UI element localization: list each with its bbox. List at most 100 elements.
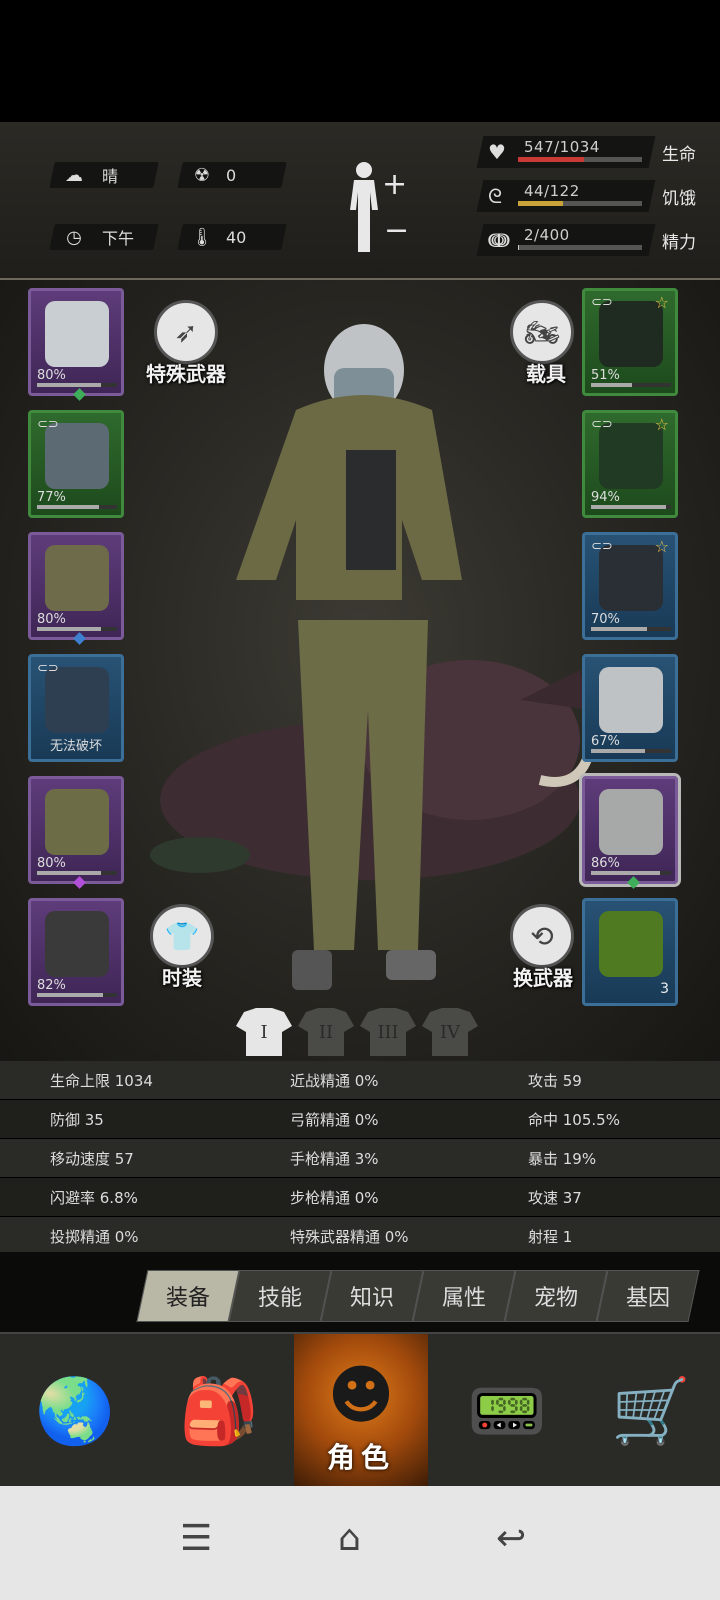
category-tabs: 装备 技能 知识 属性 宠物 基因	[0, 1252, 720, 1332]
outfit-tab-label: III	[377, 1022, 399, 1043]
temperature-pill: 🌡 40	[177, 224, 287, 250]
equip-slot-helmet[interactable]: 80%	[28, 288, 124, 401]
equip-slot-molotov[interactable]: 3	[582, 898, 678, 1006]
equip-slot-pants[interactable]: 80%	[28, 776, 124, 889]
shirt-durability-text: 77%	[37, 490, 66, 505]
machete-durability-bar	[591, 871, 671, 875]
star-icon: ☆	[654, 293, 669, 312]
vehicle-button[interactable]: 🏍 载具	[506, 300, 586, 387]
tab-5[interactable]: 基因	[596, 1270, 700, 1322]
body-status-button[interactable]: + −	[344, 160, 414, 254]
menu-icon[interactable]: ☰	[180, 1518, 212, 1559]
equip-slot-mask[interactable]: ⊂⊃ ☆ 94%	[582, 410, 678, 518]
link-icon: ⊂⊃	[591, 417, 613, 432]
temperature-value: 40	[226, 227, 247, 247]
nav-character[interactable]: ☻ 角色	[294, 1334, 428, 1488]
stats-row: 闪避率 6.8% 步枪精通 0% 攻速 37	[0, 1178, 720, 1216]
hunger-value: 44/122	[524, 182, 580, 200]
tab-4[interactable]: 宠物	[504, 1270, 608, 1322]
stat-cell: 弓箭精通 0%	[290, 1110, 379, 1129]
back-icon[interactable]: ↩	[496, 1518, 526, 1559]
nav-shop[interactable]: 🛒	[596, 1334, 706, 1488]
helmet-durability-fill	[37, 383, 101, 387]
radiation-value: 0	[226, 165, 237, 185]
backpack-icon	[45, 667, 109, 733]
special-weapon-button[interactable]: ➶ 特殊武器	[146, 300, 226, 387]
radiation-icon: ☢	[193, 164, 211, 186]
swap-weapon-button[interactable]: ⟲ 换武器	[500, 904, 586, 991]
jacket-durability-fill	[37, 627, 101, 631]
globe-icon: 🌏	[35, 1374, 115, 1449]
health-fill	[518, 157, 584, 162]
equip-slot-shield[interactable]: 67%	[582, 654, 678, 762]
tab-label: 基因	[625, 1286, 670, 1311]
equip-slot-vest[interactable]: ⊂⊃ ☆ 70%	[582, 532, 678, 640]
mask-durability-text: 94%	[591, 490, 620, 505]
outfit-tab-4[interactable]: IV	[422, 1006, 478, 1058]
equip-slot-backpack[interactable]: ⊂⊃ 无法破坏	[28, 654, 124, 762]
outfit-tabs: I II III IV	[236, 1006, 486, 1058]
stat-cell: 命中 105.5%	[528, 1110, 620, 1129]
survivor-character	[236, 324, 462, 990]
shirt-icon	[45, 423, 109, 489]
link-icon: ⊂⊃	[37, 417, 59, 432]
stats-row: 生命上限 1034 近战精通 0% 攻击 59	[0, 1061, 720, 1099]
character-scene: 80% ⊂⊃ 77% 80% ⊂⊃ 无法破坏 80% 82% ⊂⊃ ☆ 51% ⊂⊃ ☆ 94% ⊂⊃ ☆ 7…	[0, 280, 720, 1070]
boots-durability-bar	[37, 993, 117, 997]
time-pill: ◷ 下午	[49, 224, 159, 250]
nav-radio[interactable]: 📟	[452, 1334, 562, 1488]
equip-slot-boots[interactable]: 82%	[28, 898, 124, 1006]
outfit-tab-label: I	[260, 1022, 268, 1043]
rockets-icon: ➶	[154, 300, 218, 364]
shirt-durability-fill	[37, 505, 99, 509]
pants-icon	[45, 789, 109, 855]
outfit-tab-1[interactable]: I	[236, 1006, 292, 1058]
energy-fill	[518, 245, 519, 250]
weather-pill: ☁ 晴	[49, 162, 159, 188]
gem-icon	[73, 876, 86, 889]
stats-row: 投掷精通 0% 特殊武器精通 0% 射程 1	[0, 1217, 720, 1255]
glasses-durability-bar	[591, 383, 671, 387]
head-silhouette-icon: ☻	[327, 1359, 395, 1433]
nav-backpack[interactable]: 🎒	[164, 1334, 274, 1488]
cart-icon: 🛒	[611, 1374, 691, 1449]
home-icon[interactable]: ⌂	[338, 1518, 361, 1559]
stat-cell: 特殊武器精通 0%	[290, 1227, 409, 1246]
stat-cell: 移动速度 57	[50, 1149, 134, 1168]
mask-durability-bar	[591, 505, 671, 509]
stat-cell: 手枪精通 3%	[290, 1149, 379, 1168]
time-label: 下午	[102, 229, 135, 248]
link-icon: ⊂⊃	[37, 661, 59, 676]
swap-weapon-label: 换武器	[513, 966, 573, 990]
shirt-durability-bar	[37, 505, 117, 509]
bottom-navigation: 🌏 🎒 ☻ 角色 📟 🛒	[0, 1332, 720, 1488]
health-track	[518, 157, 642, 162]
stat-cell: 攻击 59	[528, 1071, 582, 1090]
link-icon: ⊂⊃	[591, 295, 613, 310]
tab-1[interactable]: 技能	[228, 1270, 332, 1322]
radiation-pill: ☢ 0	[177, 162, 287, 188]
fashion-button[interactable]: 👕 时装	[142, 904, 222, 991]
outfit-tab-3[interactable]: III	[360, 1006, 416, 1058]
tab-label: 属性	[441, 1286, 486, 1311]
equip-slot-jacket[interactable]: 80%	[28, 532, 124, 645]
equip-slot-glasses[interactable]: ⊂⊃ ☆ 51%	[582, 288, 678, 396]
hunger-fill	[518, 201, 563, 206]
tab-0[interactable]: 装备	[136, 1270, 240, 1322]
tab-3[interactable]: 属性	[412, 1270, 516, 1322]
tab-label: 技能	[257, 1286, 302, 1311]
nav-world[interactable]: 🌏	[20, 1334, 130, 1488]
backpack-status-text: 无法破坏	[49, 739, 102, 754]
star-icon: ☆	[654, 537, 669, 556]
vest-durability-fill	[591, 627, 647, 631]
equip-slot-shirt[interactable]: ⊂⊃ 77%	[28, 410, 124, 518]
equip-slot-machete[interactable]: 86%	[579, 773, 681, 889]
tab-2[interactable]: 知识	[320, 1270, 424, 1322]
stat-cell: 暴击 19%	[528, 1149, 597, 1168]
shield-durability-bar	[591, 749, 671, 753]
outfit-tab-2[interactable]: II	[298, 1006, 354, 1058]
machete-durability-fill	[591, 871, 660, 875]
stat-cell: 射程 1	[528, 1227, 573, 1246]
boots-durability-text: 82%	[37, 978, 66, 993]
status-bar-area	[0, 0, 720, 122]
